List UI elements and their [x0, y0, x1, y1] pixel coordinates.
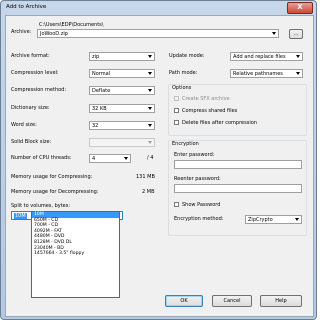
cpu-threads-value: 4: [92, 156, 96, 162]
show-password-label: Show Password: [182, 202, 221, 208]
add-to-archive-window: Add to Archive X Archive: C:\Users\EDP\D…: [0, 0, 317, 320]
cpu-threads-select[interactable]: 4: [89, 154, 131, 163]
split-volumes-option[interactable]: 1457664 - 3.5" floppy: [32, 251, 119, 257]
chevron-down-icon: [148, 72, 152, 75]
memory-decompress-label: Memory usage for Decompressing:: [11, 189, 99, 195]
dictionary-size-label: Dictionary size:: [11, 105, 50, 111]
enter-password-field[interactable]: [174, 160, 302, 169]
chevron-down-icon: [272, 32, 276, 35]
compression-level-select[interactable]: Normal: [89, 69, 155, 78]
browse-button[interactable]: ...: [289, 29, 303, 39]
cpu-threads-max: / 4: [147, 155, 154, 161]
update-mode-label: Update mode:: [169, 53, 205, 59]
title-bar[interactable]: Add to Archive X: [1, 1, 316, 14]
reenter-password-label: Reenter password:: [174, 176, 221, 182]
chevron-down-icon: [148, 107, 152, 110]
compression-method-select[interactable]: Deflate: [89, 86, 155, 95]
reenter-password-field[interactable]: [174, 184, 302, 193]
window-title: Add to Archive: [6, 4, 47, 10]
help-button[interactable]: Help: [260, 295, 302, 307]
archive-format-select[interactable]: zip: [89, 52, 155, 61]
dictionary-size-value: 32 KB: [92, 106, 107, 112]
compress-shared-label: Compress shared files: [182, 108, 238, 114]
archive-format-value: zip: [92, 54, 100, 60]
archive-format-label: Archive format:: [11, 53, 50, 59]
compress-shared-checkbox[interactable]: [174, 108, 179, 113]
compression-method-value: Deflate: [92, 88, 111, 94]
archive-name-combo[interactable]: JoWooD.zip: [37, 29, 279, 38]
chevron-down-icon: [148, 55, 152, 58]
chevron-down-icon: [148, 89, 152, 92]
memory-decompress-value: 2 MB: [142, 189, 155, 195]
split-volumes-dropdown-list[interactable]: 10M 650M - CD 700M - CD 4092M - FAT 4480M - …: [31, 211, 120, 298]
delete-after-checkbox[interactable]: [174, 120, 179, 125]
chevron-down-icon: [296, 72, 300, 75]
split-volumes-value: 10M: [14, 213, 27, 219]
chevron-down-icon: [148, 141, 152, 144]
close-button[interactable]: X: [287, 2, 313, 14]
chevron-down-icon: [296, 55, 300, 58]
create-sfx-checkbox: [174, 96, 179, 101]
path-mode-value: Relative pathnames: [233, 71, 283, 77]
enter-password-label: Enter password:: [174, 152, 215, 158]
solid-block-size-select: [89, 138, 155, 147]
cancel-button[interactable]: Cancel: [212, 295, 252, 307]
split-volumes-label: Split to volumes, bytes:: [11, 203, 71, 209]
dictionary-size-select[interactable]: 32 KB: [89, 104, 155, 113]
archive-label: Archive:: [11, 29, 32, 35]
compression-level-value: Normal: [92, 71, 111, 77]
archive-folder-path: C:\Users\EDP\Documents\: [39, 22, 104, 28]
path-mode-select[interactable]: Relative pathnames: [230, 69, 303, 78]
delete-after-label: Delete files after compression: [182, 120, 257, 126]
show-password-checkbox[interactable]: [174, 202, 179, 207]
word-size-value: 32: [92, 123, 99, 129]
solid-block-size-label: Solid Block size:: [11, 139, 52, 145]
options-group-title: Options: [172, 85, 192, 91]
chevron-down-icon: [148, 124, 152, 127]
word-size-select[interactable]: 32: [89, 121, 155, 130]
create-sfx-label: Create SFX archive: [182, 96, 230, 102]
ok-button[interactable]: OK: [165, 295, 203, 307]
compression-method-label: Compression method:: [11, 87, 67, 93]
compression-level-label: Compression level:: [11, 70, 59, 76]
archive-name-value: JoWooD.zip: [40, 31, 68, 37]
cpu-threads-label: Number of CPU threads:: [11, 155, 72, 161]
memory-compress-value: 131 MB: [136, 174, 155, 180]
encryption-method-value: ZipCrypto: [248, 217, 273, 223]
word-size-label: Word size:: [11, 122, 37, 128]
memory-compress-label: Memory usage for Compressing:: [11, 174, 93, 180]
update-mode-select[interactable]: Add and replace files: [230, 52, 303, 61]
encryption-method-select[interactable]: ZipCrypto: [245, 215, 302, 224]
chevron-down-icon: [124, 157, 128, 160]
encryption-group-title: Encryption: [172, 141, 199, 147]
chevron-down-icon: [295, 218, 299, 221]
update-mode-value: Add and replace files: [233, 54, 286, 60]
encryption-method-label: Encryption method:: [174, 216, 224, 222]
path-mode-label: Path mode:: [169, 70, 198, 76]
